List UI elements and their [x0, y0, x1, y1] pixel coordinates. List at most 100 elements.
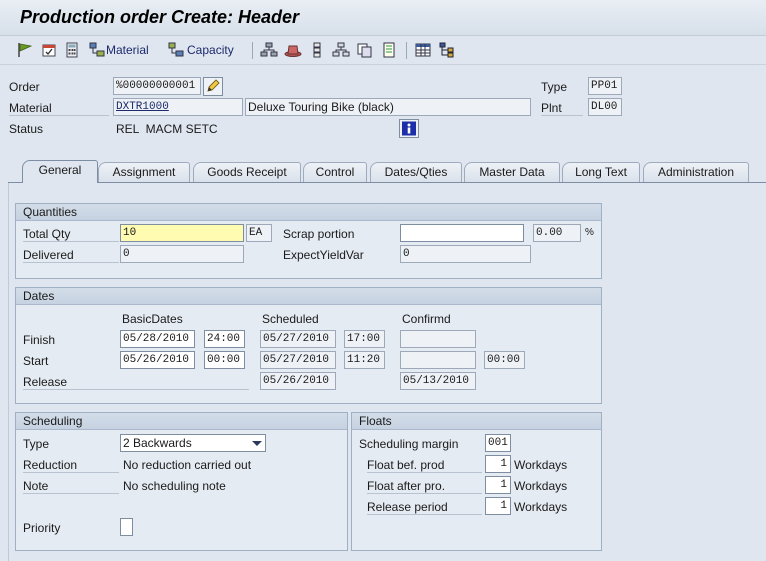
- scheduling-group: Scheduling Type 2 Backwards Reduction No…: [15, 412, 348, 551]
- start-confirmed-date-field: [400, 351, 476, 369]
- release-period-label: Release period: [367, 500, 482, 515]
- basic-dates-header: BasicDates: [122, 312, 183, 326]
- general-tab-content: Quantities Total Qty 10 EA Scrap portion…: [8, 183, 766, 561]
- type-label: Type: [541, 80, 568, 94]
- float-after-production-label: Float after pro.: [367, 479, 482, 494]
- hierarchy-icon[interactable]: [260, 42, 278, 58]
- finish-basic-time-field[interactable]: 24:00: [204, 330, 245, 348]
- material-button-label: Material: [106, 43, 149, 57]
- expect-yield-var-label: ExpectYieldVar: [283, 248, 364, 262]
- material-label: Material: [9, 101, 109, 116]
- scrap-percent-field[interactable]: 0.00: [533, 224, 581, 242]
- scheduling-title: Scheduling: [16, 413, 347, 430]
- quantities-title: Quantities: [16, 204, 601, 221]
- plant-field[interactable]: DL00: [588, 98, 622, 116]
- scrap-portion-label: Scrap portion: [283, 227, 355, 241]
- release-period-field[interactable]: 1: [485, 497, 511, 515]
- toolbar-separator: [252, 42, 253, 59]
- tab-general[interactable]: General: [22, 160, 98, 183]
- tab-assignment[interactable]: Assignment: [98, 162, 190, 182]
- hat-icon[interactable]: [284, 42, 302, 58]
- float-before-production-label: Float bef. prod: [367, 458, 482, 473]
- start-basic-date-field[interactable]: 05/26/2010: [120, 351, 195, 369]
- reduction-value: No reduction carried out: [123, 458, 252, 472]
- total-qty-field[interactable]: 10: [120, 224, 244, 242]
- release-label: Release: [23, 375, 249, 390]
- scheduled-header: Scheduled: [262, 312, 319, 326]
- finish-confirmed-date-field: [400, 330, 476, 348]
- application-toolbar: Material Capacity: [0, 37, 766, 65]
- scheduling-type-dropdown[interactable]: 2 Backwards: [120, 434, 266, 452]
- order-number-field[interactable]: %00000000001: [113, 77, 201, 95]
- percent-sign: %: [585, 227, 594, 238]
- release-scheduled-date-field: 05/26/2010: [260, 372, 336, 390]
- calculator-icon[interactable]: [63, 42, 81, 58]
- scheduling-type-label: Type: [23, 437, 50, 451]
- expect-yield-var-field: 0: [400, 245, 531, 263]
- chevron-down-icon[interactable]: [252, 441, 262, 446]
- tab-strip: General Assignment Goods Receipt Control…: [0, 160, 766, 183]
- structure-icon[interactable]: [332, 42, 350, 58]
- title-bar: Production order Create: Header: [0, 0, 766, 36]
- finish-scheduled-date-field: 05/27/2010: [260, 330, 336, 348]
- status-value: REL MACM SETC: [116, 122, 218, 136]
- quantities-group: Quantities Total Qty 10 EA Scrap portion…: [15, 203, 602, 279]
- scheduling-margin-field[interactable]: 001: [485, 434, 511, 452]
- dates-title: Dates: [16, 288, 601, 305]
- floats-title: Floats: [352, 413, 601, 430]
- capacity-tree-icon: [168, 42, 184, 57]
- order-label: Order: [9, 80, 40, 94]
- dates-group: Dates BasicDates Scheduled Confirmd Fini…: [15, 287, 602, 404]
- material-number-field[interactable]: DXTR1000: [113, 98, 243, 116]
- start-confirmed-time-field: 00:00: [484, 351, 525, 369]
- edit-pencil-icon[interactable]: [203, 77, 223, 96]
- tab-dates-qties[interactable]: Dates/Qties: [370, 162, 462, 182]
- start-scheduled-date-field: 05/27/2010: [260, 351, 336, 369]
- scheduling-margin-label: Scheduling margin: [359, 437, 459, 451]
- float-after-unit: Workdays: [514, 479, 568, 493]
- scrap-portion-field[interactable]: [400, 224, 524, 242]
- order-type-field[interactable]: PP01: [588, 77, 622, 95]
- status-label: Status: [9, 122, 44, 136]
- material-tree-icon: [89, 42, 105, 57]
- material-description-field: Deluxe Touring Bike (black): [245, 98, 531, 116]
- info-icon[interactable]: [399, 119, 419, 138]
- component-list-icon[interactable]: [308, 42, 326, 58]
- copy-documents-icon[interactable]: [356, 42, 374, 58]
- tab-goods-receipt[interactable]: Goods Receipt: [193, 162, 301, 182]
- finish-scheduled-time-field: 17:00: [344, 330, 385, 348]
- flag-icon[interactable]: [16, 42, 34, 58]
- tab-master-data[interactable]: Master Data: [464, 162, 560, 182]
- capacity-button-label: Capacity: [187, 43, 234, 57]
- unit-field[interactable]: EA: [246, 224, 272, 242]
- release-confirmed-date-field: 05/13/2010: [400, 372, 476, 390]
- finish-label: Finish: [23, 333, 56, 347]
- tab-administration[interactable]: Administration: [643, 162, 749, 182]
- float-after-production-field[interactable]: 1: [485, 476, 511, 494]
- start-basic-time-field[interactable]: 00:00: [204, 351, 245, 369]
- start-scheduled-time-field: 11:20: [344, 351, 385, 369]
- priority-field[interactable]: [120, 518, 133, 536]
- priority-label: Priority: [23, 521, 61, 535]
- start-label: Start: [23, 354, 49, 368]
- note-value: No scheduling note: [123, 479, 226, 493]
- calendar-check-icon[interactable]: [40, 42, 58, 58]
- float-before-production-field[interactable]: 1: [485, 455, 511, 473]
- reduction-label: Reduction: [23, 458, 119, 473]
- window-title: Production order Create: Header: [20, 7, 300, 27]
- delivered-field: 0: [120, 245, 244, 263]
- note-label: Note: [23, 479, 119, 494]
- float-before-unit: Workdays: [514, 458, 568, 472]
- floats-group: Floats Scheduling margin 001 Float bef. …: [351, 412, 602, 551]
- delivered-label: Delivered: [23, 248, 119, 263]
- finish-basic-date-field[interactable]: 05/28/2010: [120, 330, 195, 348]
- toolbar-separator: [406, 42, 407, 59]
- release-period-unit: Workdays: [514, 500, 568, 514]
- tree-structure-icon[interactable]: [438, 42, 456, 58]
- tab-control[interactable]: Control: [303, 162, 367, 182]
- confirmed-header: Confirmd: [402, 312, 451, 326]
- table-grid-icon[interactable]: [414, 42, 432, 58]
- tab-long-text[interactable]: Long Text: [562, 162, 640, 182]
- total-qty-label: Total Qty: [23, 227, 119, 242]
- document-list-icon[interactable]: [380, 42, 398, 58]
